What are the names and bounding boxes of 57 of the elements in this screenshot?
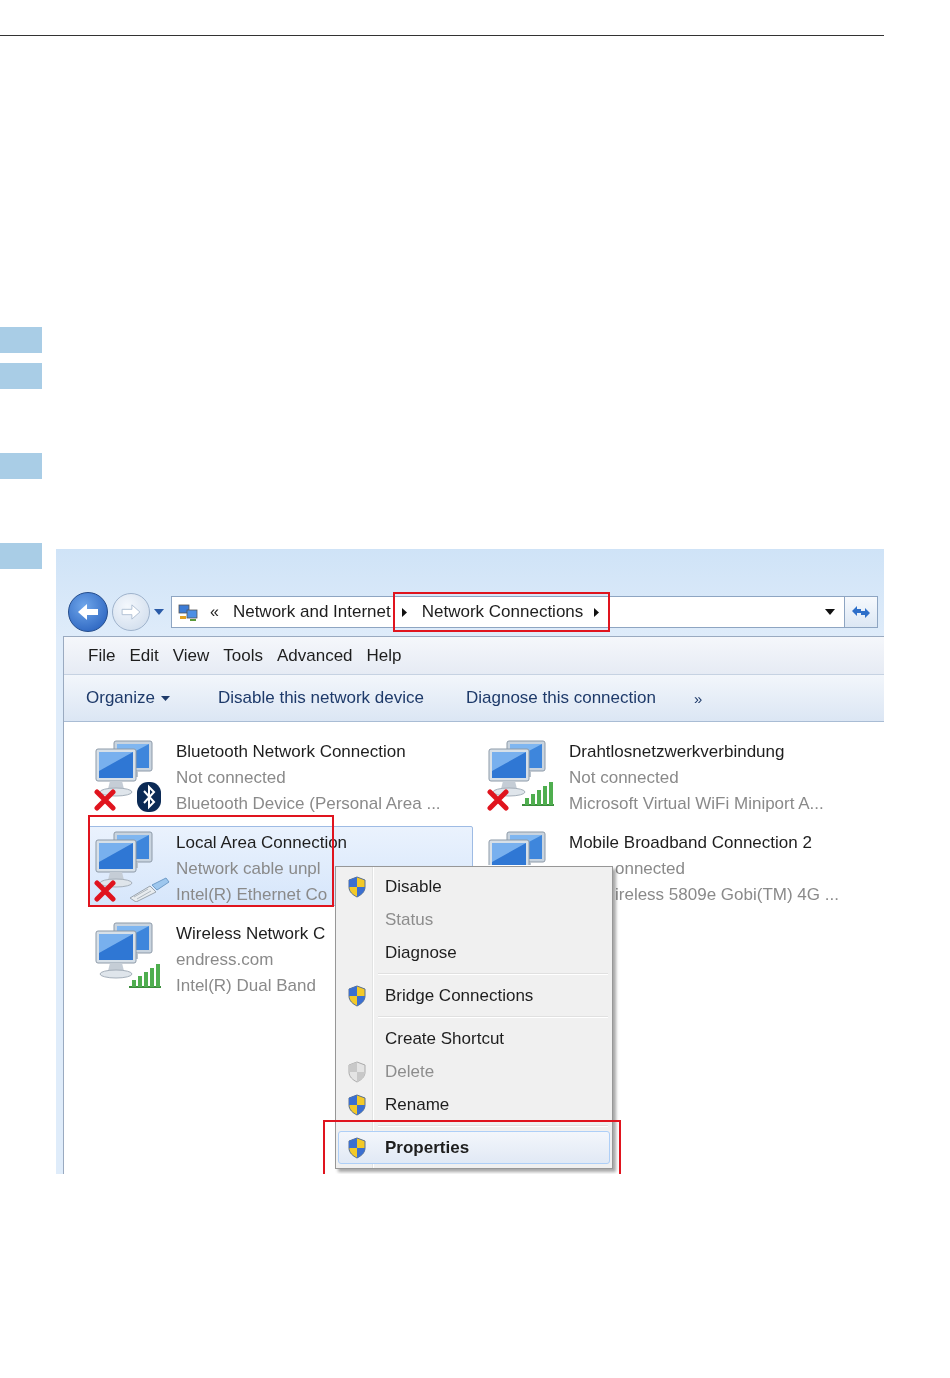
more-button[interactable]: » [693, 689, 703, 707]
connection-item[interactable]: Drahtlosnetzwerkverbindung Not connected Microsoft Virtual WiFi Miniport A... [481, 735, 833, 826]
network-folder-icon [178, 602, 200, 622]
connection-device: Intel(R) Dual Band [176, 975, 317, 997]
connection-name: Bluetooth Network Connection [176, 741, 407, 763]
breadcrumb-overflow[interactable]: « [210, 603, 219, 621]
refresh-button[interactable] [845, 596, 878, 628]
computers-icon [487, 830, 549, 865]
signal-bars-icon [128, 963, 162, 989]
connection-name: Drahtlosnetzwerkverbindung [569, 741, 786, 763]
context-menu-item[interactable]: Bridge Connections [338, 979, 610, 1012]
chevron-right-icon[interactable] [400, 606, 408, 618]
connection-device: ireless 5809e Gobi(TM) 4G ... [614, 884, 839, 906]
back-button[interactable] [68, 592, 108, 632]
connection-status: onnected [614, 858, 686, 880]
connection-status: endress.com [176, 949, 275, 971]
menu-item[interactable]: Edit [123, 645, 165, 666]
connection-name: Mobile Broadband Connection 2 [569, 832, 813, 854]
menu-item[interactable]: View [166, 645, 216, 666]
connection-name: Wireless Network C [176, 923, 326, 945]
step-marker [0, 363, 42, 389]
network-cable-icon [128, 876, 170, 902]
context-menu-item[interactable]: Create Shortcut [338, 1022, 610, 1055]
computers-icon [94, 830, 156, 888]
connection-device: Microsoft Virtual WiFi Miniport A... [569, 793, 824, 815]
connection-item[interactable]: Bluetooth Network Connection Not connected Bluetooth Device (Personal Area ... [88, 735, 450, 826]
signal-bars-icon [521, 781, 555, 807]
chevron-right-icon[interactable] [593, 606, 601, 618]
connection-status: Not connected [569, 767, 680, 789]
computers-icon [94, 739, 156, 797]
left-arrow-icon [77, 603, 99, 621]
connection-device: Intel(R) Ethernet Co [176, 884, 329, 906]
connection-device: Bluetooth Device (Personal Area ... [176, 793, 441, 815]
context-menu-item[interactable]: Diagnose [338, 936, 610, 969]
context-menu-item[interactable]: Rename [338, 1088, 610, 1121]
breadcrumb-item[interactable]: Network and Internet [228, 602, 412, 622]
bluetooth-icon [136, 781, 162, 813]
step-marker [0, 453, 42, 479]
menu-item[interactable]: Advanced [270, 645, 359, 666]
connection-item[interactable]: Wireless Network C endress.com Intel(R) Dual Band [88, 917, 335, 1008]
right-arrow-icon [121, 604, 141, 620]
context-menu-item[interactable]: Properties [338, 1131, 610, 1164]
menu-item[interactable]: Help [360, 645, 408, 666]
toolbar-button[interactable]: Disable this network device [218, 688, 424, 708]
computers-icon [487, 739, 549, 797]
dropdown-icon[interactable] [824, 608, 836, 616]
menu-item[interactable]: File [82, 645, 122, 666]
toolbar-button[interactable]: Diagnose this connection [465, 688, 656, 708]
connection-status: Network cable unpl [176, 858, 322, 880]
step-marker [0, 543, 42, 569]
caret-icon [161, 695, 170, 701]
organize-button[interactable]: Organize [86, 688, 170, 708]
breadcrumb-item[interactable]: Network Connections [417, 602, 605, 622]
step-marker [0, 327, 42, 353]
connection-status: Not connected [176, 767, 287, 789]
computers-icon [94, 921, 156, 979]
menu-item[interactable]: Tools [217, 645, 269, 666]
